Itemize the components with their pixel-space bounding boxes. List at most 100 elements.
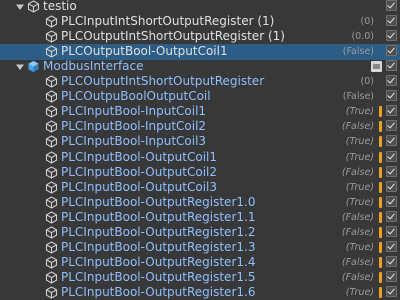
active-checkbox[interactable] <box>386 165 397 177</box>
tree-row[interactable]: PLCOutpuBoolOutputCoil (False) <box>0 89 400 104</box>
tree-row-value: (False) <box>341 211 374 223</box>
tree-row-value: (False) <box>341 166 374 178</box>
tree-row-label: PLCInputBool-OutputRegister1.3 <box>61 239 256 254</box>
warning-icon <box>379 136 382 148</box>
gameobject-icon <box>45 15 58 28</box>
tree-row-label: PLCOutputBool-OutputCoil1 <box>61 44 228 59</box>
tree-row[interactable]: PLCOutputIntShortOutputRegister (0) <box>0 74 400 89</box>
tree-row-label: PLCInputBool-OutputRegister1.6 <box>61 284 256 299</box>
active-checkbox[interactable] <box>386 195 397 207</box>
active-checkbox[interactable] <box>386 135 397 147</box>
active-checkbox[interactable] <box>386 60 397 72</box>
tree-row-label: PLCInputIntShortOutputRegister (1) <box>61 14 275 29</box>
gameobject-icon <box>45 150 58 164</box>
tree-row[interactable]: PLCOutputIntShortOutputRegister (1) (0.0) <box>0 29 400 44</box>
expand-arrow-icon[interactable] <box>15 62 25 72</box>
tree-row-value: (False) <box>341 271 374 283</box>
warning-icon <box>379 241 382 253</box>
tree-row-label: PLCOutputIntShortOutputRegister <box>61 74 265 89</box>
tree-row[interactable]: PLCInputBool-OutputRegister1.4 (False) <box>0 255 400 270</box>
active-checkbox[interactable] <box>386 90 397 102</box>
gameobject-icon <box>45 90 58 103</box>
tree-row-label: PLCInputBool-OutputRegister1.4 <box>61 254 256 269</box>
tree-row[interactable]: PLCInputBool-OutputRegister1.0 (True) <box>0 195 400 210</box>
tree-row[interactable]: testio <box>0 0 400 14</box>
tree-row-value: (True) <box>345 196 374 208</box>
tree-row[interactable]: PLCInputBool-OutputRegister1.5 (False) <box>0 270 400 285</box>
tree-row[interactable]: PLCInputBool-InputCoil3 (True) <box>0 134 400 149</box>
tree-row-label: testio <box>43 0 77 13</box>
tree-row[interactable]: ModbusInterface <box>0 59 400 74</box>
tree-row-label: PLCInputBool-InputCoil3 <box>61 134 207 149</box>
hierarchy-tree: testio PLCInputIntShortOutputRegister (1)… <box>0 0 400 299</box>
tree-row-value: (0.0) <box>351 31 374 43</box>
gameobject-icon <box>45 165 58 179</box>
gameobject-icon <box>45 226 58 239</box>
tree-row[interactable]: PLCInputBool-OutputRegister1.3 (True) <box>0 240 400 255</box>
active-checkbox[interactable] <box>386 210 397 222</box>
tree-row[interactable]: PLCInputBool-OutputRegister1.6 (True) <box>0 285 400 300</box>
tree-row-label: PLCInputBool-OutputCoil2 <box>61 164 217 179</box>
tree-row-label: PLCInputBool-OutputRegister1.2 <box>61 224 256 239</box>
warning-icon <box>379 121 382 133</box>
tree-row-label: PLCOutpuBoolOutputCoil <box>61 89 211 104</box>
tree-row-value: (True) <box>345 181 374 193</box>
active-checkbox[interactable] <box>386 120 397 132</box>
gameobject-icon <box>45 105 58 118</box>
active-checkbox[interactable] <box>386 30 397 42</box>
active-checkbox[interactable] <box>386 105 397 117</box>
gameobject-icon <box>45 180 58 194</box>
active-checkbox[interactable] <box>386 285 397 297</box>
tree-row[interactable]: PLCInputIntShortOutputRegister (1) (0) <box>0 14 400 29</box>
tree-row-value: (True) <box>345 136 374 148</box>
active-checkbox[interactable] <box>386 150 397 162</box>
tree-row-value: (False) <box>341 121 374 133</box>
tree-row[interactable]: PLCInputBool-OutputCoil2 (False) <box>0 165 400 180</box>
gameobject-icon <box>45 286 58 299</box>
tree-row[interactable]: PLCInputBool-InputCoil2 (False) <box>0 119 400 134</box>
tree-row-value: (False) <box>342 46 374 58</box>
gameobject-icon <box>45 211 58 224</box>
tree-row-label: PLCInputBool-OutputCoil1 <box>61 149 217 164</box>
tree-row-value: (False) <box>342 91 374 103</box>
warning-icon <box>379 211 382 223</box>
tree-row[interactable]: PLCInputBool-OutputCoil1 (True) <box>0 150 400 165</box>
warning-icon <box>379 226 382 238</box>
active-checkbox[interactable] <box>386 255 397 267</box>
expand-arrow-icon[interactable] <box>15 2 25 12</box>
gameobject-icon <box>45 120 58 134</box>
tree-row-label: ModbusInterface <box>43 59 144 74</box>
tree-row-label: PLCInputBool-OutputRegister1.5 <box>61 269 256 284</box>
active-checkbox[interactable] <box>386 225 397 237</box>
warning-icon <box>379 271 382 283</box>
tree-row-label: PLCInputBool-OutputRegister1.1 <box>61 209 256 224</box>
active-checkbox[interactable] <box>386 180 397 192</box>
active-checkbox[interactable] <box>386 75 397 87</box>
tree-row[interactable]: PLCInputBool-OutputRegister1.1 (False) <box>0 210 400 225</box>
gameobject-icon <box>45 271 58 284</box>
active-checkbox[interactable] <box>386 45 397 57</box>
warning-icon <box>379 286 382 298</box>
tree-row-label: PLCInputBool-InputCoil2 <box>61 119 207 134</box>
gameobject-icon <box>45 75 58 88</box>
tree-row[interactable]: PLCInputBool-InputCoil1 (True) <box>0 104 400 119</box>
tree-row-value: (0) <box>360 76 374 88</box>
tree-row-value: (True) <box>345 241 374 253</box>
gameobject-icon <box>45 241 58 254</box>
warning-icon <box>379 151 382 163</box>
active-checkbox[interactable] <box>386 240 397 252</box>
gameobject-icon <box>45 256 58 269</box>
active-checkbox[interactable] <box>386 270 397 282</box>
tree-row-value: (True) <box>345 106 374 118</box>
active-checkbox[interactable] <box>386 15 397 27</box>
warning-icon <box>379 196 382 208</box>
tree-row-value: (False) <box>341 256 374 268</box>
warning-icon <box>379 181 382 193</box>
prefab-badge-icon[interactable] <box>371 61 382 73</box>
tree-row-selected[interactable]: PLCOutputBool-OutputCoil1 (False) <box>0 44 400 61</box>
tree-row-value: (True) <box>345 286 374 298</box>
tree-row-value: (False) <box>341 226 374 238</box>
active-checkbox[interactable] <box>386 0 397 11</box>
tree-row[interactable]: PLCInputBool-OutputRegister1.2 (False) <box>0 225 400 240</box>
tree-row[interactable]: PLCInputBool-OutputCoil3 (True) <box>0 180 400 195</box>
